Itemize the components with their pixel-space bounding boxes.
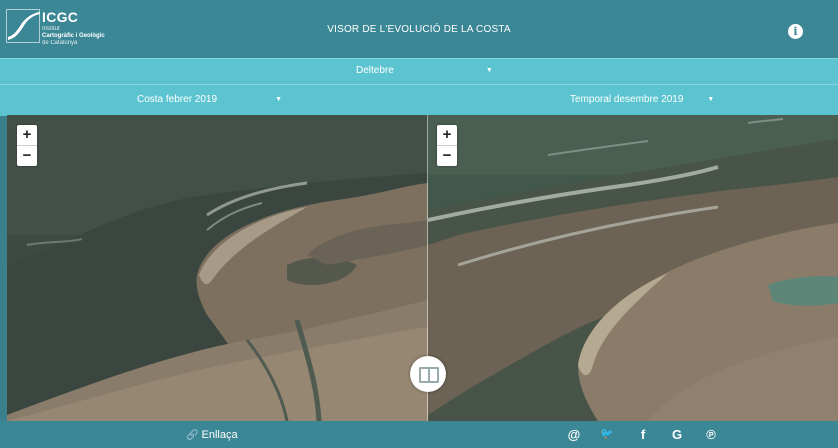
left-zoom-out-button[interactable]: − — [17, 145, 37, 166]
pinterest-icon[interactable]: ℗ — [703, 427, 719, 442]
right-layer-select[interactable]: Temporal desembre 2019 ▼ — [570, 94, 714, 105]
right-zoom-in-button[interactable]: + — [437, 125, 457, 145]
layer-select-bar: Costa febrer 2019 ▼ Temporal desembre 201… — [0, 84, 838, 116]
left-satellite-image — [7, 115, 428, 421]
location-bar: Deltebre ▼ — [0, 58, 838, 84]
location-select[interactable]: Deltebre ▼ — [356, 65, 493, 76]
facebook-icon[interactable]: f — [635, 427, 651, 442]
email-icon[interactable]: @ — [566, 427, 582, 442]
left-layer-select-value: Costa febrer 2019 — [137, 94, 218, 105]
chevron-down-icon: ▼ — [485, 67, 493, 74]
app-header: ICGC Institut Cartogràfic i Geològic de … — [0, 0, 838, 58]
right-satellite-image — [428, 115, 838, 421]
twitter-icon[interactable]: 🐦 — [599, 427, 615, 440]
chevron-down-icon: ▼ — [275, 96, 282, 103]
right-zoom-control: + − — [437, 125, 457, 166]
left-layer-select[interactable]: Costa febrer 2019 ▼ — [137, 94, 282, 105]
google-icon[interactable]: G — [669, 427, 685, 442]
left-zoom-control: + − — [17, 125, 37, 166]
right-layer-select-value: Temporal desembre 2019 — [570, 94, 684, 105]
app-footer: 🔗 Enllaça @ 🐦 f G ℗ — [0, 421, 838, 448]
app-title: VISOR DE L'EVOLUCIÓ DE LA COSTA — [327, 24, 511, 35]
share-link[interactable]: 🔗 Enllaça — [186, 429, 238, 441]
logo-acronym: ICGC — [42, 9, 79, 25]
logo-line-3: de Catalunya — [42, 40, 78, 46]
share-link-label: Enllaça — [201, 429, 238, 441]
right-zoom-out-button[interactable]: − — [437, 145, 457, 166]
split-view-icon-right — [428, 367, 439, 383]
right-map[interactable]: + − — [428, 115, 838, 421]
swipe-handle[interactable] — [410, 356, 446, 392]
location-select-value: Deltebre — [356, 65, 394, 76]
left-map[interactable]: + − — [7, 115, 428, 421]
chevron-down-icon: ▼ — [707, 96, 715, 103]
link-icon: 🔗 — [186, 430, 199, 441]
left-zoom-in-button[interactable]: + — [17, 125, 37, 145]
info-icon[interactable]: i — [788, 24, 803, 39]
